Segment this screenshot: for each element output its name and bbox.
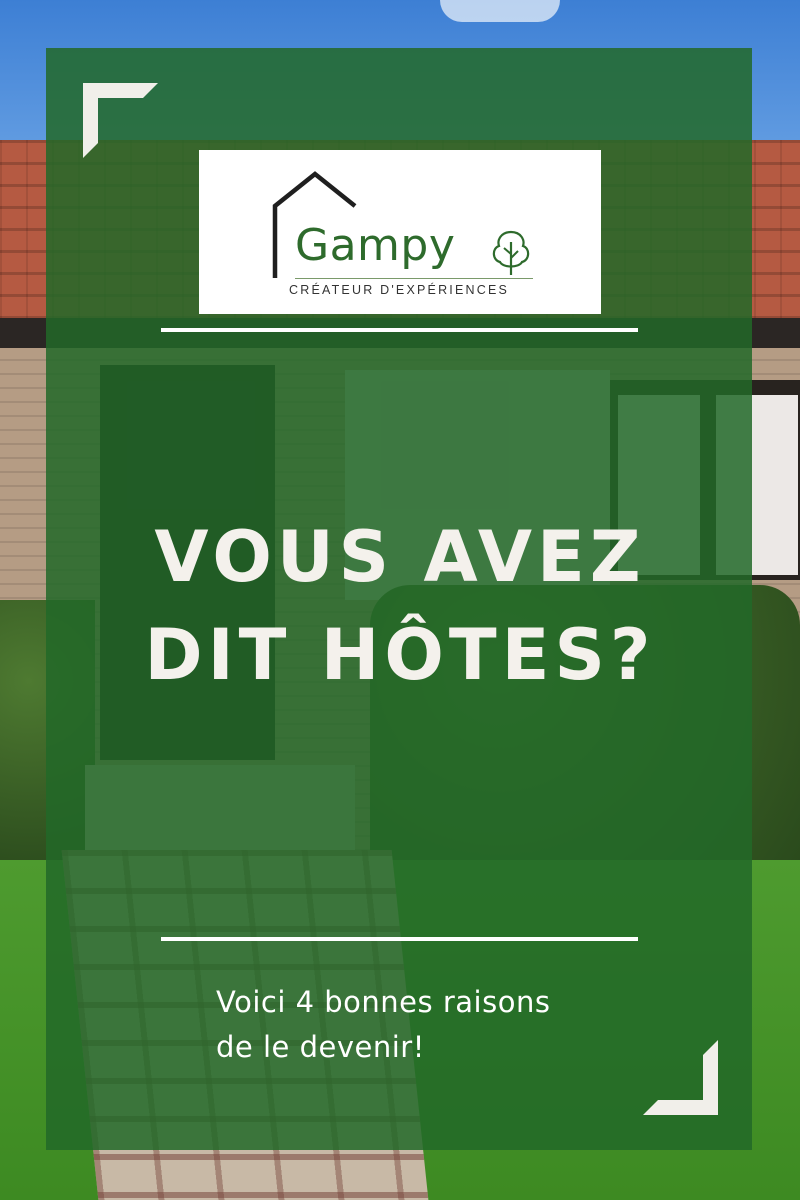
subtitle-line-1: Voici 4 bonnes raisons — [216, 985, 551, 1019]
cloud — [440, 0, 560, 22]
headline-line-1: VOUS AVEZ — [154, 516, 646, 598]
divider-bottom — [161, 937, 638, 941]
brand-logo: Gampy CRÉATEUR D'EXPÉRIENCES — [199, 150, 601, 314]
headline: VOUS AVEZ DIT HÔTES? — [110, 508, 690, 704]
headline-line-2: DIT HÔTES? — [144, 614, 656, 696]
brand-tagline: CRÉATEUR D'EXPÉRIENCES — [289, 283, 510, 297]
corner-bracket-bottom-right-icon — [643, 1040, 718, 1115]
subtitle: Voici 4 bonnes raisons de le devenir! — [216, 980, 550, 1070]
tree-icon — [492, 230, 530, 275]
brand-name: Gampy — [295, 220, 456, 271]
logo-divider — [295, 278, 533, 279]
corner-bracket-top-left-icon — [83, 83, 158, 158]
divider-top — [161, 328, 638, 332]
subtitle-line-2: de le devenir! — [216, 1030, 425, 1064]
